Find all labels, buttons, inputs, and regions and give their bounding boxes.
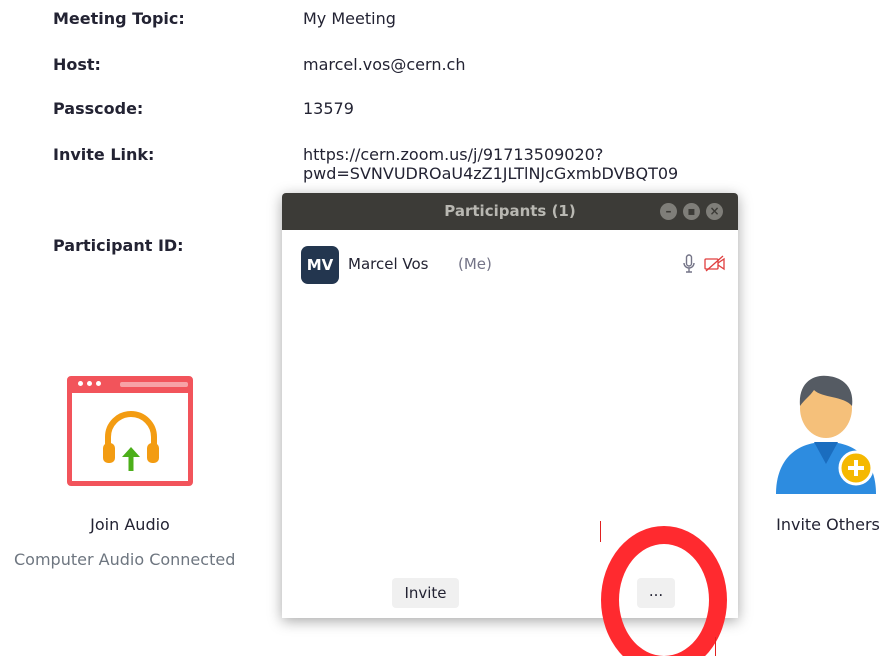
host-label: Host: [53,55,101,74]
audio-status-text: Computer Audio Connected [14,550,236,569]
invite-link-label: Invite Link: [53,145,155,164]
participant-row[interactable]: MV Marcel Vos (Me) [301,246,728,284]
person-add-icon[interactable] [770,368,882,494]
passcode-value: 13579 [303,99,354,118]
microphone-icon[interactable] [683,254,695,274]
join-audio-button[interactable] [67,376,193,486]
invite-link-line-1[interactable]: https://cern.zoom.us/j/91713509020? [303,145,603,164]
close-icon[interactable]: × [706,203,723,220]
window-dots-icon [78,381,101,386]
invite-button[interactable]: Invite [392,578,459,608]
annotation-mark [600,521,601,542]
participants-dialog: Participants (1) – ▪ × MV Marcel Vos (Me… [282,193,738,618]
meeting-topic-label: Meeting Topic: [53,9,185,28]
more-options-button[interactable]: ... [637,578,675,608]
headphones-upload-icon [103,411,159,471]
annotation-mark [715,637,716,656]
zoom-meeting-window: Meeting Topic: My Meeting Host: marcel.v… [0,0,890,656]
dialog-titlebar[interactable]: Participants (1) – ▪ × [282,193,738,230]
meeting-topic-value: My Meeting [303,9,396,28]
window-bar [120,382,188,387]
passcode-label: Passcode: [53,99,144,118]
invite-others-label[interactable]: Invite Others [768,515,888,534]
minimize-icon[interactable]: – [660,203,677,220]
participant-name: Marcel Vos [348,255,429,273]
participant-me-tag: (Me) [458,255,492,273]
maximize-icon[interactable]: ▪ [683,203,700,220]
invite-link-line-2[interactable]: pwd=SVNVUDROaU4zZ1JLTlNJcGxmbDVBQT09 [303,164,678,183]
video-off-icon[interactable] [704,255,726,273]
avatar: MV [301,246,339,284]
host-value: marcel.vos@cern.ch [303,55,466,74]
join-audio-label[interactable]: Join Audio [67,515,193,534]
participant-id-label: Participant ID: [53,236,184,255]
